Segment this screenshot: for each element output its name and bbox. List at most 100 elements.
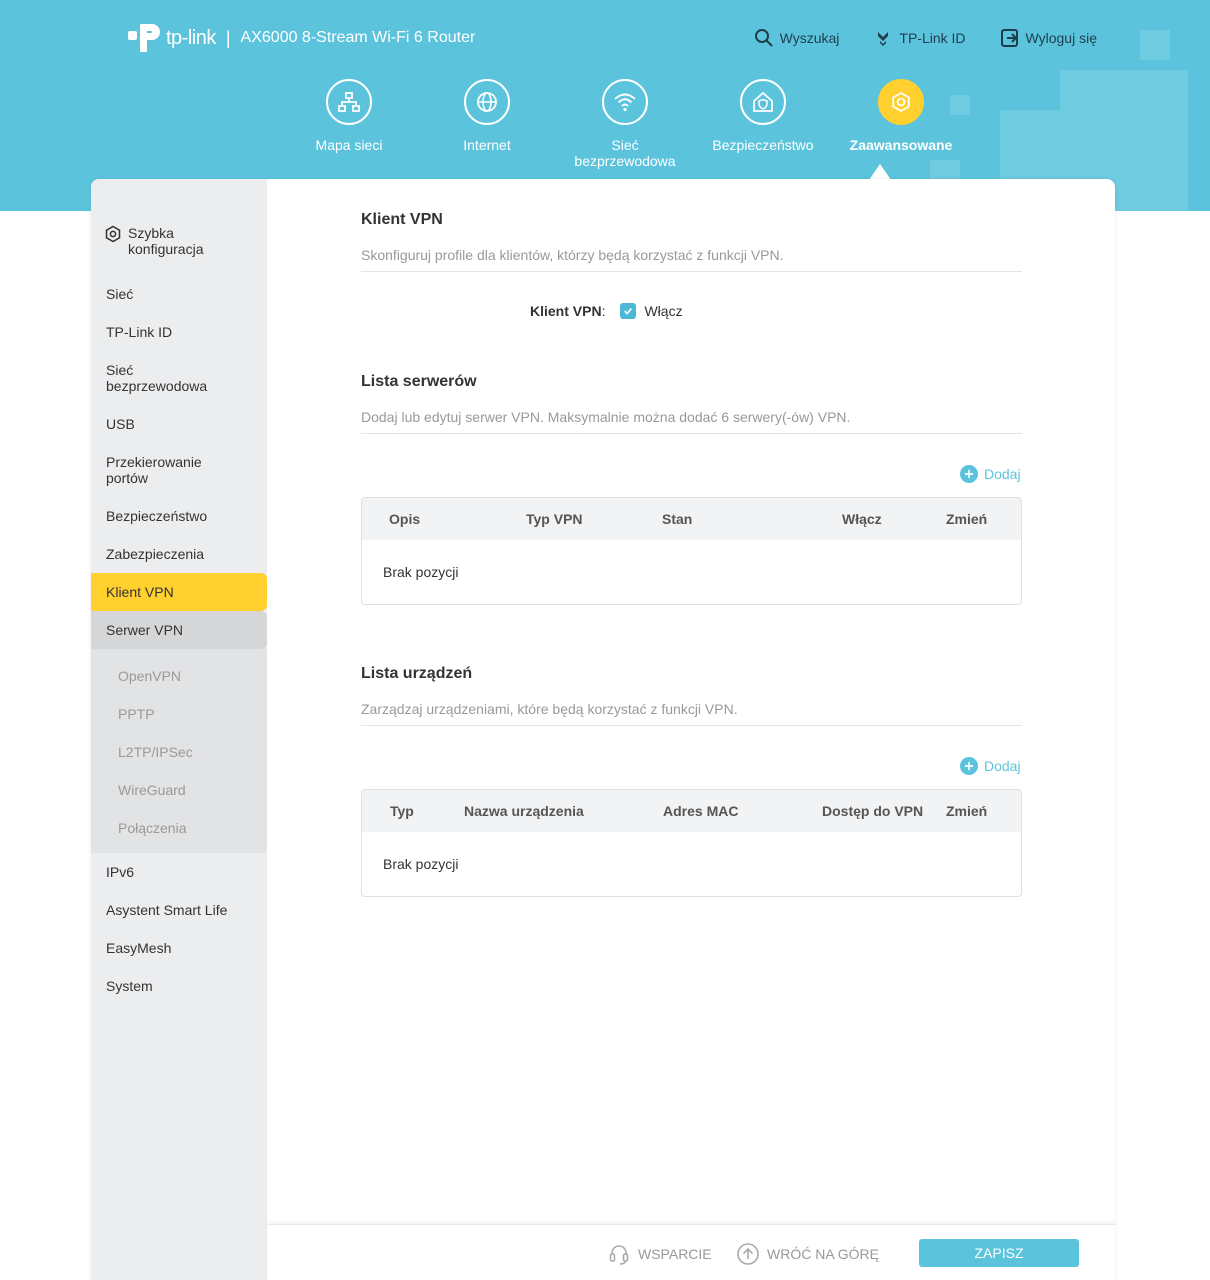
tab-label: Mapa sieci <box>315 137 383 153</box>
tab-network-map[interactable]: Mapa sieci <box>280 79 418 169</box>
sidebar-item-port-forwarding[interactable]: Przekierowanie portów <box>91 443 267 497</box>
search-link[interactable]: Wyszukaj <box>754 28 840 48</box>
top-links: Wyszukaj TP-Link ID Wyloguj się <box>754 28 1097 48</box>
router-model: AX6000 8-Stream Wi-Fi 6 Router <box>240 29 476 46</box>
tab-wireless[interactable]: Sieć bezprzewodowa <box>556 79 694 169</box>
back-to-top-link[interactable]: WRÓĆ NA GÓRĘ <box>736 1242 879 1266</box>
section-title: Lista urządzeń <box>361 665 473 682</box>
sidebar-item-label: Klient VPN <box>106 584 174 600</box>
shield-home-icon <box>740 79 786 125</box>
sidebar-item-protection[interactable]: Zabezpieczenia <box>91 535 267 573</box>
save-button[interactable]: ZAPISZ <box>919 1239 1079 1267</box>
sidebar-item-label: Szybka konfiguracja <box>128 225 204 257</box>
gear-icon <box>878 79 924 125</box>
sidebar-item-label: System <box>106 978 153 994</box>
arrow-up-icon <box>737 1243 759 1265</box>
add-server-button[interactable]: Dodaj <box>960 465 1021 483</box>
sidebar-subitem-pptp[interactable]: PPTP <box>91 695 267 733</box>
logout-link-label: Wyloguj się <box>1025 30 1097 46</box>
plus-icon <box>960 757 978 775</box>
globe-icon <box>464 79 510 125</box>
logo-separator: | <box>225 27 231 48</box>
server-list-section: Lista serwerów Dodaj lub edytuj serwer V… <box>361 373 1022 434</box>
footer-bar: WSPARCIE WRÓĆ NA GÓRĘ ZAPISZ <box>267 1224 1115 1280</box>
sidebar-subitem-openvpn[interactable]: OpenVPN <box>91 657 267 695</box>
column-header: Zmień <box>946 803 988 819</box>
sidebar-item-label: USB <box>106 416 135 432</box>
vpn-client-section: Klient VPN Skonfiguruj profile dla klien… <box>361 211 1022 272</box>
tab-label: Bezpieczeństwo <box>712 137 814 153</box>
column-header: Adres MAC <box>663 803 739 819</box>
section-title: Klient VPN <box>361 211 443 228</box>
sidebar-item-network[interactable]: Sieć <box>91 275 267 313</box>
sidebar-subitem-l2tp[interactable]: L2TP/IPSec <box>91 733 267 771</box>
search-link-label: Wyszukaj <box>779 30 840 46</box>
vpn-server-submenu: OpenVPN PPTP L2TP/IPSec WireGuard Połącz… <box>91 649 267 853</box>
tplink-id-link-label: TP-Link ID <box>899 30 966 46</box>
sidebar-subitem-label: WireGuard <box>118 782 186 798</box>
sidebar-item-label: TP-Link ID <box>106 324 173 340</box>
support-label: WSPARCIE <box>638 1246 712 1262</box>
sidebar-item-vpn-server[interactable]: Serwer VPN <box>91 611 267 649</box>
sidebar-item-ipv6[interactable]: IPv6 <box>91 853 267 891</box>
sidebar-item-easymesh[interactable]: EasyMesh <box>91 929 267 967</box>
toggle-colon: : <box>601 303 606 319</box>
vpn-client-toggle-label: Klient VPN <box>530 303 602 319</box>
sidebar-subitem-connections[interactable]: Połączenia <box>91 809 267 847</box>
tab-advanced[interactable]: Zaawansowane <box>832 79 970 169</box>
sidebar-item-system[interactable]: System <box>91 967 267 1005</box>
sidebar: Szybka konfiguracja Sieć TP-Link ID Sieć… <box>91 179 267 1280</box>
sidebar-item-usb[interactable]: USB <box>91 405 267 443</box>
sidebar-subitem-label: OpenVPN <box>118 668 182 684</box>
tplink-id-link[interactable]: TP-Link ID <box>873 28 966 48</box>
column-header: Typ <box>390 803 414 819</box>
column-header: Nazwa urządzenia <box>464 803 584 819</box>
sidebar-item-label: Zabezpieczenia <box>106 546 205 562</box>
vpn-client-toggle-row: Klient VPN: Włącz <box>530 303 683 319</box>
wifi-icon <box>602 79 648 125</box>
tab-internet[interactable]: Internet <box>418 79 556 169</box>
section-description: Dodaj lub edytuj serwer VPN. Maksymalnie… <box>361 409 1022 434</box>
table-header: Opis Typ VPN Stan Włącz Zmień <box>362 498 1021 540</box>
sidebar-item-vpn-client[interactable]: Klient VPN <box>91 573 267 611</box>
active-tab-pointer <box>869 164 891 180</box>
quick-setup-icon <box>105 225 121 243</box>
sidebar-item-label: Bezpieczeństwo <box>106 508 208 524</box>
add-device-button[interactable]: Dodaj <box>960 757 1021 775</box>
table-body: Brak pozycji <box>362 540 1021 604</box>
sidebar-item-quick-setup[interactable]: Szybka konfiguracja <box>91 211 267 271</box>
sidebar-item-security[interactable]: Bezpieczeństwo <box>91 497 267 535</box>
tab-security[interactable]: Bezpieczeństwo <box>694 79 832 169</box>
main-panel: Szybka konfiguracja Sieć TP-Link ID Sieć… <box>91 179 1115 1280</box>
sidebar-item-label: Sieć <box>106 286 134 302</box>
tab-label: Internet <box>463 137 511 153</box>
column-header: Dostęp do VPN <box>822 803 924 819</box>
device-list-section: Lista urządzeń Zarządzaj urządzeniami, k… <box>361 665 1022 726</box>
sidebar-subitem-wireguard[interactable]: WireGuard <box>91 771 267 809</box>
empty-table-text: Brak pozycji <box>383 856 459 872</box>
sidebar-item-tplink-id[interactable]: TP-Link ID <box>91 313 267 351</box>
sidebar-item-label: Przekierowanie portów <box>106 454 202 486</box>
vpn-client-enable-checkbox[interactable] <box>620 303 637 319</box>
tplink-id-icon <box>878 32 889 46</box>
tab-label: Zaawansowane <box>849 137 953 153</box>
sidebar-item-label: Asystent Smart Life <box>106 902 228 918</box>
headset-icon <box>609 1245 629 1265</box>
add-label: Dodaj <box>984 466 1021 482</box>
sidebar-item-smart-life[interactable]: Asystent Smart Life <box>91 891 267 929</box>
sidebar-item-wireless[interactable]: Sieć bezprzewodowa <box>91 351 267 405</box>
column-header: Typ VPN <box>526 511 583 527</box>
support-link[interactable]: WSPARCIE <box>607 1242 712 1266</box>
sidebar-subitem-label: Połączenia <box>118 820 187 836</box>
section-description: Zarządzaj urządzeniami, które będą korzy… <box>361 701 1022 726</box>
enable-label: Włącz <box>644 303 683 319</box>
sidebar-item-label: Sieć bezprzewodowa <box>106 362 208 394</box>
server-table: Opis Typ VPN Stan Włącz Zmień Brak pozyc… <box>361 497 1022 605</box>
main-nav: Mapa sieci Internet Sieć bezprzewodowa B… <box>280 79 970 169</box>
tplink-logo: tp-link | AX6000 8-Stream Wi-Fi 6 Router <box>126 20 475 56</box>
section-description: Skonfiguruj profile dla klientów, którzy… <box>361 247 1022 272</box>
logout-link[interactable]: Wyloguj się <box>1000 28 1097 48</box>
logout-icon <box>1000 29 1018 47</box>
column-header: Włącz <box>842 511 882 527</box>
checkmark-icon <box>624 307 633 315</box>
